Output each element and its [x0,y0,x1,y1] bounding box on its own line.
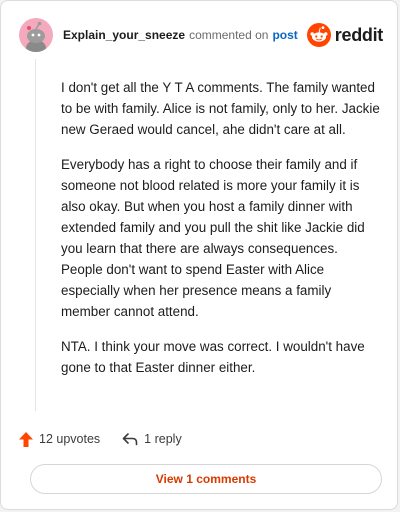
avatar[interactable] [19,18,53,52]
byline-action: commented on [189,28,269,42]
comment-header: Explain_your_sneeze commented on post re… [19,17,383,53]
snoo-avatar-icon [26,21,46,52]
comment-card: Explain_your_sneeze commented on post re… [0,0,398,510]
comment-paragraph: Everybody has a right to choose their fa… [61,157,365,319]
comment-paragraph: I don't get all the Y T A comments. The … [61,80,380,137]
reddit-logo-icon [306,23,331,47]
comment-body: I don't get all the Y T A comments. The … [61,77,381,392]
username[interactable]: Explain_your_sneeze [63,28,185,42]
byline: Explain_your_sneeze commented on post [63,28,307,42]
upvote-arrow-icon [19,431,33,447]
comment-paragraph: NTA. I think your move was correct. I wo… [61,339,365,375]
post-link[interactable]: post [272,28,297,42]
upvote-count: 12 upvotes [39,432,101,446]
view-comments-button[interactable]: View 1 comments [30,464,382,494]
reply-button[interactable]: 1 reply [122,432,182,446]
brand-wordmark: reddit [334,24,384,45]
reply-arrow-icon [122,433,138,446]
brand[interactable]: reddit [306,23,384,47]
upvote-button[interactable]: 12 upvotes [19,431,101,447]
comment-actions: 12 upvotes 1 reply [19,429,182,449]
reply-count: 1 reply [144,432,182,446]
thread-line [35,59,36,411]
